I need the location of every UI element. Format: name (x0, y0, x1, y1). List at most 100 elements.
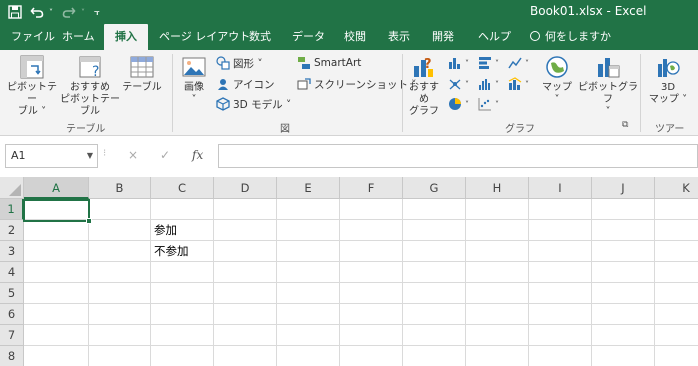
statistic-chart-button[interactable]: ˅ (478, 76, 499, 92)
cell-d3[interactable] (214, 241, 277, 262)
recommended-charts-button[interactable]: ? おすすめ グラフ (406, 54, 442, 118)
cell-c5[interactable] (151, 283, 214, 304)
cell-g5[interactable] (403, 283, 466, 304)
3d-models-button[interactable]: 3D モデル ˅ (216, 96, 291, 112)
tell-me-search[interactable]: 何をしますか (526, 24, 615, 50)
cell-f6[interactable] (340, 304, 403, 325)
cell-f8[interactable] (340, 346, 403, 366)
row-header-5[interactable]: 5 (0, 283, 24, 304)
cell-h7[interactable] (466, 325, 529, 346)
scatter-chart-button[interactable]: ˅ (478, 96, 499, 112)
cell-b2[interactable] (89, 220, 151, 241)
cell-i7[interactable] (529, 325, 592, 346)
3d-map-button[interactable]: 3D マップ ˅ (646, 54, 690, 106)
cell-i5[interactable] (529, 283, 592, 304)
cell-j3[interactable] (592, 241, 655, 262)
tab-home[interactable]: ホーム (58, 24, 99, 50)
cell-i2[interactable] (529, 220, 592, 241)
cell-g3[interactable] (403, 241, 466, 262)
cell-k2[interactable] (655, 220, 698, 241)
icons-button[interactable]: アイコン (216, 76, 274, 92)
cell-a6[interactable] (24, 304, 89, 325)
column-header-c[interactable]: C (151, 177, 214, 199)
cell-c4[interactable] (151, 262, 214, 283)
line-chart-button[interactable]: ˅ (508, 55, 529, 71)
row-header-7[interactable]: 7 (0, 325, 24, 346)
cell-g4[interactable] (403, 262, 466, 283)
column-header-a[interactable]: A (24, 177, 89, 199)
cell-h1[interactable] (466, 199, 529, 220)
cell-g1[interactable] (403, 199, 466, 220)
cell-d1[interactable] (214, 199, 277, 220)
cell-c6[interactable] (151, 304, 214, 325)
column-header-h[interactable]: H (466, 177, 529, 199)
cell-f7[interactable] (340, 325, 403, 346)
column-header-d[interactable]: D (214, 177, 277, 199)
cell-k7[interactable] (655, 325, 698, 346)
cell-k5[interactable] (655, 283, 698, 304)
tab-developer[interactable]: 開発 (428, 24, 458, 50)
cell-b4[interactable] (89, 262, 151, 283)
cell-h5[interactable] (466, 283, 529, 304)
cell-f3[interactable] (340, 241, 403, 262)
cell-e1[interactable] (277, 199, 340, 220)
cell-h8[interactable] (466, 346, 529, 366)
cell-g6[interactable] (403, 304, 466, 325)
shapes-button[interactable]: 図形 ˅ (216, 55, 263, 71)
column-chart-button[interactable]: ˅ (448, 55, 469, 71)
cell-i6[interactable] (529, 304, 592, 325)
tab-file[interactable]: ファイル (7, 24, 59, 50)
hierarchy-chart-button[interactable]: ˅ (448, 76, 469, 92)
cell-g8[interactable] (403, 346, 466, 366)
cell-i4[interactable] (529, 262, 592, 283)
cell-k4[interactable] (655, 262, 698, 283)
cell-d6[interactable] (214, 304, 277, 325)
column-header-j[interactable]: J (592, 177, 655, 199)
row-header-8[interactable]: 8 (0, 346, 24, 366)
cell-a3[interactable] (24, 241, 89, 262)
customize-icon[interactable]: ⫟ (90, 3, 104, 21)
cell-j8[interactable] (592, 346, 655, 366)
cell-b7[interactable] (89, 325, 151, 346)
cell-e2[interactable] (277, 220, 340, 241)
cell-a4[interactable] (24, 262, 89, 283)
cell-d8[interactable] (214, 346, 277, 366)
cell-e5[interactable] (277, 283, 340, 304)
cell-b3[interactable] (89, 241, 151, 262)
cell-i1[interactable] (529, 199, 592, 220)
dialog-launcher-icon[interactable]: ⧉ (622, 120, 628, 130)
column-header-b[interactable]: B (89, 177, 151, 199)
chevron-down-icon[interactable]: ▼ (87, 145, 93, 167)
redo-icon[interactable] (60, 3, 78, 21)
cell-i8[interactable] (529, 346, 592, 366)
column-header-g[interactable]: G (403, 177, 466, 199)
cell-a2[interactable] (24, 220, 89, 241)
cell-h2[interactable] (466, 220, 529, 241)
cell-f4[interactable] (340, 262, 403, 283)
column-header-f[interactable]: F (340, 177, 403, 199)
cell-j5[interactable] (592, 283, 655, 304)
cell-e6[interactable] (277, 304, 340, 325)
cell-b1[interactable] (89, 199, 151, 220)
combo-chart-button[interactable]: ˅ (508, 76, 529, 92)
cell-b5[interactable] (89, 283, 151, 304)
row-header-2[interactable]: 2 (0, 220, 24, 241)
undo-icon[interactable] (28, 3, 46, 21)
cell-d5[interactable] (214, 283, 277, 304)
cell-j7[interactable] (592, 325, 655, 346)
pivot-chart-button[interactable]: ピボットグラフ ˅ (576, 54, 640, 118)
cell-k6[interactable] (655, 304, 698, 325)
cell-e3[interactable] (277, 241, 340, 262)
cell-c3[interactable]: 不参加 (151, 241, 214, 262)
row-header-4[interactable]: 4 (0, 262, 24, 283)
cell-c1[interactable] (151, 199, 214, 220)
formula-input[interactable] (218, 144, 698, 168)
row-header-6[interactable]: 6 (0, 304, 24, 325)
cell-d4[interactable] (214, 262, 277, 283)
cell-f5[interactable] (340, 283, 403, 304)
bar-chart-button[interactable]: ˅ (478, 55, 499, 71)
cancel-icon[interactable]: × (128, 148, 138, 162)
cell-g7[interactable] (403, 325, 466, 346)
cell-h4[interactable] (466, 262, 529, 283)
cell-j6[interactable] (592, 304, 655, 325)
